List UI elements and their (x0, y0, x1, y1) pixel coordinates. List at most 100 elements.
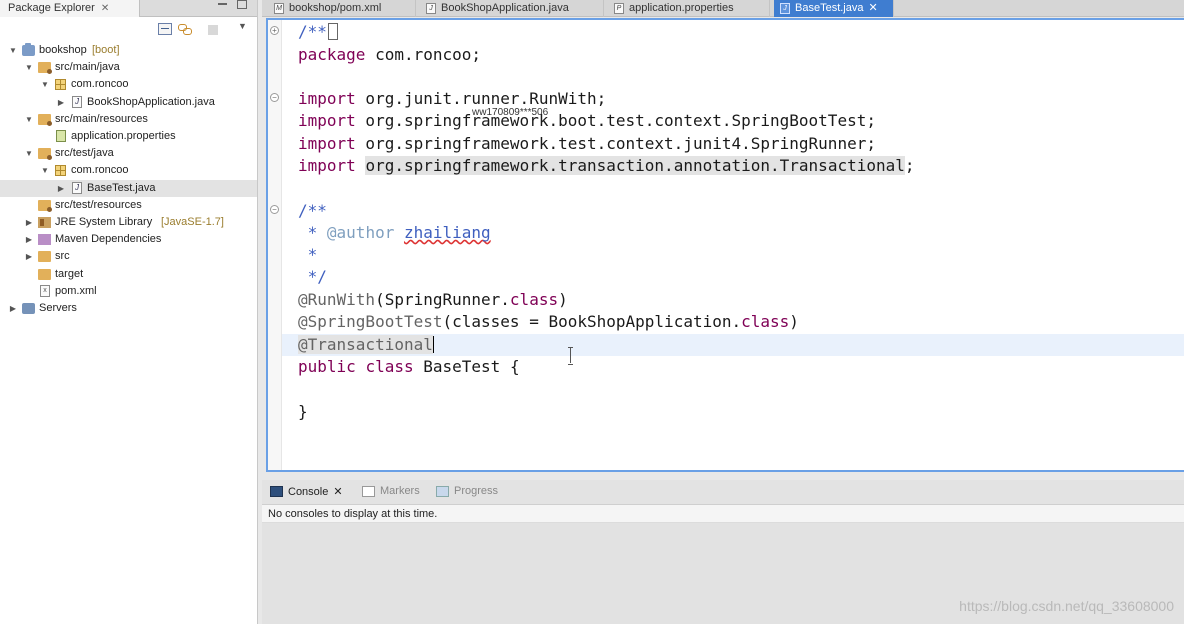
tab-basetest-java[interactable]: J BaseTest.java ✕ (774, 0, 894, 17)
cursor-box (327, 23, 338, 40)
tree-item-label: src/test/java (55, 147, 114, 160)
tab-label: bookshop/pom.xml (289, 2, 382, 14)
overlay-watermark-text: ww170809***506 (472, 107, 549, 118)
tree-item-label: com.roncoo (71, 164, 129, 177)
properties-file-icon (56, 130, 66, 142)
tree-item-src-test-resources[interactable]: src/test/resources (0, 197, 257, 214)
package-icon (55, 165, 66, 177)
close-icon[interactable]: ✕ (333, 485, 342, 498)
code-area[interactable]: /** package com.roncoo; import org.junit… (268, 20, 1184, 470)
tree-item-decoration: [JavaSE-1.7] (161, 216, 224, 228)
progress-icon (436, 485, 449, 497)
disabled-toolbar-icon (208, 25, 218, 35)
expand-chevron-icon[interactable]: ▼ (40, 162, 50, 179)
expand-chevron-icon[interactable]: ▼ (40, 76, 50, 93)
java-file-icon: J (426, 3, 436, 14)
expand-chevron-icon[interactable]: ▶ (56, 94, 66, 111)
tree-item-bookshopapplication-java[interactable]: ▶ J BookShopApplication.java (0, 94, 257, 111)
code-line: public class BaseTest { (298, 357, 520, 376)
tree-item-target[interactable]: target (0, 266, 257, 283)
tree-item-label: src/main/java (55, 61, 120, 74)
expand-chevron-icon[interactable]: ▶ (24, 214, 34, 231)
tab-label: Progress (454, 485, 499, 497)
properties-file-icon: P (614, 3, 624, 14)
tab-pom-xml[interactable]: M bookshop/pom.xml (268, 0, 416, 17)
code-line: package com.roncoo; (298, 45, 482, 64)
tree-item-pom-xml[interactable]: x pom.xml (0, 283, 257, 300)
tree-item-label: BaseTest.java (87, 181, 156, 194)
tree-item-com-roncoo-test[interactable]: ▼ com.roncoo (0, 162, 257, 179)
tab-console[interactable]: Console ✕ (270, 485, 343, 498)
code-editor[interactable]: + − − /** package com.roncoo; import org… (266, 18, 1184, 472)
code-line: */ (298, 267, 327, 286)
code-line: import org.springframework.transaction.a… (298, 156, 915, 175)
source-folder-icon (38, 199, 52, 212)
tree-item-label: application.properties (71, 130, 176, 142)
folder-icon (38, 251, 51, 263)
tree-item-label: Maven Dependencies (55, 233, 162, 246)
spelling-error: zhailiang (403, 223, 491, 242)
tab-label: BaseTest.java (795, 2, 864, 14)
source-folder-icon (38, 62, 52, 75)
package-explorer-tab[interactable]: Package Explorer ✕ (0, 0, 140, 17)
code-line: import org.springframework.boot.test.con… (298, 111, 876, 130)
expand-chevron-icon[interactable]: ▼ (24, 145, 34, 162)
url-watermark: https://blog.csdn.net/qq_33608000 (959, 598, 1174, 614)
tree-item-label: src (55, 250, 70, 263)
minimize-icon[interactable] (218, 3, 227, 5)
code-line: /** (298, 21, 338, 43)
tree-item-com-roncoo-main[interactable]: ▼ com.roncoo (0, 76, 257, 93)
collapse-all-icon[interactable] (158, 23, 172, 35)
tree-item-servers[interactable]: ▶ Servers (0, 300, 257, 317)
console-message: No consoles to display at this time. (262, 505, 1184, 523)
tree-item-label: bookshop (39, 44, 87, 56)
expand-chevron-icon[interactable]: ▶ (56, 180, 66, 197)
explorer-tab-bar: Package Explorer ✕ (0, 0, 257, 17)
tab-label: BookShopApplication.java (441, 2, 569, 14)
tree-item-src-test-java[interactable]: ▼ src/test/java (0, 145, 257, 162)
folder-icon (38, 268, 51, 280)
tab-markers[interactable]: Markers (362, 485, 420, 497)
tree-item-bookshop[interactable]: ▼ bookshop [boot] (0, 42, 257, 59)
xml-file-icon: M (274, 3, 284, 14)
unused-import-highlight: org.springframework.transaction.annotati… (365, 156, 905, 175)
link-with-editor-icon[interactable] (178, 23, 192, 35)
tab-progress[interactable]: Progress (436, 485, 498, 497)
maximize-icon[interactable] (237, 0, 247, 9)
tree-item-src-main-java[interactable]: ▼ src/main/java (0, 59, 257, 76)
code-line: } (298, 402, 308, 421)
tree-item-src[interactable]: ▶ src (0, 248, 257, 265)
project-icon (22, 43, 35, 56)
tree-item-maven-dependencies[interactable]: ▶ Maven Dependencies (0, 231, 257, 248)
tab-label: Console (288, 485, 329, 498)
expand-chevron-icon[interactable]: ▶ (24, 231, 34, 248)
view-menu-chevron-down-icon[interactable]: ▼ (238, 21, 252, 33)
mouse-ibeam-cursor-icon (568, 347, 574, 365)
package-explorer-title: Package Explorer (8, 2, 95, 14)
tab-application-properties[interactable]: P application.properties (608, 0, 770, 17)
expand-chevron-icon[interactable]: ▼ (24, 111, 34, 128)
library-icon (38, 217, 51, 228)
console-tab-bar: Console ✕ Markers Progress (262, 480, 1184, 505)
tree-item-label: pom.xml (55, 284, 97, 297)
tree-item-application-properties[interactable]: application.properties (0, 128, 257, 145)
package-icon (55, 79, 66, 91)
java-file-icon: J (72, 181, 82, 194)
expand-chevron-icon[interactable]: ▼ (24, 59, 34, 76)
tree-item-src-main-resources[interactable]: ▼ src/main/resources (0, 111, 257, 128)
tree-item-jre-system-library[interactable]: ▶ JRE System Library [JavaSE-1.7] (0, 214, 257, 231)
tab-bookshopapplication-java[interactable]: J BookShopApplication.java (420, 0, 604, 17)
tree-item-label: src/test/resources (55, 198, 142, 211)
expand-chevron-icon[interactable]: ▶ (24, 248, 34, 265)
close-icon[interactable]: ✕ (101, 2, 109, 15)
close-icon[interactable]: ✕ (868, 2, 877, 15)
source-folder-icon (38, 148, 52, 161)
java-file-icon: J (72, 95, 82, 108)
explorer-toolbar: ▼ (0, 17, 257, 41)
expand-chevron-icon[interactable]: ▼ (8, 42, 18, 59)
tab-label: application.properties (629, 2, 734, 14)
tree-item-label: Servers (39, 302, 77, 314)
tree-item-basetest-java[interactable]: ▶ J BaseTest.java (0, 179, 257, 197)
expand-chevron-icon[interactable]: ▶ (8, 300, 18, 317)
code-line: import org.junit.runner.RunWith; (298, 89, 607, 108)
